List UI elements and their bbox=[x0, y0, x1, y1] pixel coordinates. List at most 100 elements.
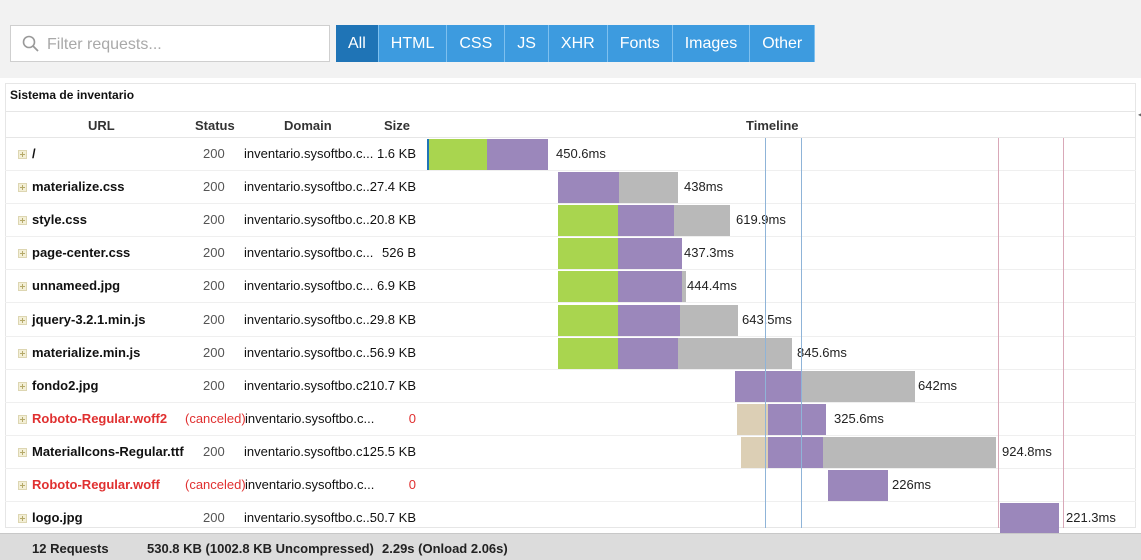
timeline-bar-receive bbox=[618, 238, 682, 270]
timeline-bar-blocked bbox=[678, 337, 792, 369]
request-row[interactable] bbox=[5, 469, 1136, 502]
request-status: 200 bbox=[203, 212, 225, 228]
timeline-bar-receive bbox=[828, 470, 888, 501]
column-header-timeline[interactable]: Timeline bbox=[746, 118, 799, 133]
request-url: materialize.css bbox=[32, 179, 125, 195]
timeline-bar-receive bbox=[558, 172, 619, 204]
expand-plus-icon[interactable] bbox=[18, 447, 27, 457]
request-domain: inventario.sysoftbo.c... bbox=[244, 278, 374, 294]
request-status: 200 bbox=[203, 377, 225, 393]
expand-plus-icon[interactable] bbox=[18, 414, 27, 424]
timeline-bar-receive bbox=[487, 139, 548, 170]
request-status: 200 bbox=[203, 245, 225, 261]
request-size: 29.8 KB bbox=[369, 311, 416, 327]
request-url: materialize.min.js bbox=[32, 344, 141, 360]
request-url: Roboto-Regular.woff2 bbox=[32, 410, 168, 426]
request-row[interactable] bbox=[5, 403, 1136, 436]
search-icon bbox=[22, 35, 39, 52]
request-size: 210.7 KB bbox=[362, 377, 417, 393]
timeline-duration: 619.9ms bbox=[736, 212, 786, 228]
timeline-bar-wait bbox=[558, 271, 618, 303]
request-size: 56.9 KB bbox=[369, 344, 416, 360]
timeline-duration: 845.6ms bbox=[797, 344, 847, 360]
filter-tab-html[interactable]: HTML bbox=[378, 25, 448, 62]
request-domain: inventario.sysoftbo.c... bbox=[244, 377, 374, 393]
timeline-bar-blocked bbox=[795, 370, 915, 402]
timeline-duration: 438ms bbox=[684, 179, 724, 195]
timeline-duration: 437.3ms bbox=[684, 245, 734, 261]
dom-ready-marker bbox=[801, 138, 802, 528]
column-header-size[interactable]: Size bbox=[384, 118, 410, 133]
timeline-bar-receive bbox=[768, 403, 826, 435]
request-status: 200 bbox=[203, 510, 225, 526]
transfer-size: 530.8 KB (1002.8 KB Uncompressed) bbox=[147, 541, 374, 556]
filter-tab-all[interactable]: All bbox=[336, 25, 379, 62]
request-domain: inventario.sysoftbo.c... bbox=[245, 410, 375, 426]
expand-plus-icon[interactable] bbox=[18, 282, 27, 292]
type-filter-tabs: All HTML CSS JS XHR Fonts Images Other bbox=[336, 25, 816, 62]
request-url: Roboto-Regular.woff bbox=[32, 477, 160, 492]
summary-footer: 12 Requests 530.8 KB (1002.8 KB Uncompre… bbox=[0, 533, 1141, 560]
request-url: / bbox=[32, 146, 36, 161]
request-status: (canceled) bbox=[185, 410, 246, 426]
timeline-bar-blocked bbox=[682, 271, 686, 303]
filter-tab-xhr[interactable]: XHR bbox=[548, 25, 608, 62]
timeline-bar-receive bbox=[618, 337, 678, 369]
expand-plus-icon[interactable] bbox=[18, 481, 27, 490]
request-status: 200 bbox=[203, 443, 225, 459]
timeline-duration: 325.6ms bbox=[834, 410, 884, 426]
request-size: 6.9 KB bbox=[376, 278, 416, 294]
timeline-duration: 221.3ms bbox=[1066, 510, 1116, 526]
timeline-duration: 924.8ms bbox=[1002, 443, 1052, 459]
filter-tab-other[interactable]: Other bbox=[750, 25, 816, 62]
filter-search-box[interactable] bbox=[10, 25, 330, 62]
column-header-status[interactable]: Status bbox=[195, 118, 235, 133]
table-header bbox=[5, 111, 1136, 138]
request-row[interactable] bbox=[5, 370, 1136, 403]
timeline-bar-wait bbox=[558, 205, 618, 237]
filter-tab-fonts[interactable]: Fonts bbox=[607, 25, 673, 62]
request-row[interactable] bbox=[5, 502, 1136, 536]
expand-plus-icon[interactable] bbox=[18, 216, 27, 226]
request-domain: inventario.sysoftbo.c... bbox=[244, 146, 374, 161]
column-header-domain[interactable]: Domain bbox=[284, 118, 332, 133]
request-domain: inventario.sysoftbo.c... bbox=[244, 510, 374, 526]
request-url: fondo2.jpg bbox=[32, 377, 99, 393]
timeline-bar-wait bbox=[558, 238, 618, 270]
request-size: 1.6 KB bbox=[376, 146, 416, 161]
filter-requests-input[interactable] bbox=[45, 32, 319, 58]
expand-plus-icon[interactable] bbox=[18, 381, 27, 391]
timeline-duration: 643.5ms bbox=[742, 311, 792, 327]
dom-loaded-marker bbox=[765, 138, 766, 528]
request-size: 526 B bbox=[382, 245, 416, 261]
request-domain: inventario.sysoftbo.c... bbox=[244, 443, 374, 459]
request-url: style.css bbox=[32, 212, 87, 228]
column-header-url[interactable]: URL bbox=[88, 118, 115, 133]
request-url: unnameed.jpg bbox=[32, 278, 121, 294]
timeline-start-marker bbox=[427, 139, 429, 170]
toolbar: AllHTMLCSSJSXHRFontsImagesOther bbox=[0, 0, 1141, 78]
request-status: 200 bbox=[203, 278, 225, 294]
filter-tab-css[interactable]: CSS bbox=[447, 25, 506, 62]
request-domain: inventario.sysoftbo.c... bbox=[244, 311, 374, 327]
onload-marker bbox=[998, 138, 999, 528]
timeline-bar-receive bbox=[1000, 503, 1059, 535]
request-url: MaterialIcons-Regular.ttf bbox=[32, 443, 184, 459]
timeline-bar-blocked bbox=[680, 304, 738, 336]
request-url: jquery-3.2.1.min.js bbox=[32, 311, 146, 327]
request-size: 50.7 KB bbox=[369, 510, 416, 526]
timeline-bar-blocked bbox=[619, 172, 678, 204]
request-domain: inventario.sysoftbo.c... bbox=[244, 245, 374, 261]
timeline-duration: 226ms bbox=[892, 477, 932, 492]
filter-tab-js[interactable]: JS bbox=[505, 25, 549, 62]
expand-plus-icon[interactable] bbox=[18, 183, 27, 193]
filter-tab-images[interactable]: Images bbox=[672, 25, 751, 62]
timeline-bar-receive bbox=[618, 271, 682, 303]
expand-plus-icon[interactable] bbox=[18, 150, 27, 159]
expand-plus-icon[interactable] bbox=[18, 315, 27, 325]
expand-plus-icon[interactable] bbox=[18, 249, 27, 259]
expand-plus-icon[interactable] bbox=[18, 514, 27, 524]
timeline-bar-blocked bbox=[823, 436, 996, 468]
request-domain: inventario.sysoftbo.c... bbox=[245, 477, 375, 492]
expand-plus-icon[interactable] bbox=[18, 348, 27, 358]
